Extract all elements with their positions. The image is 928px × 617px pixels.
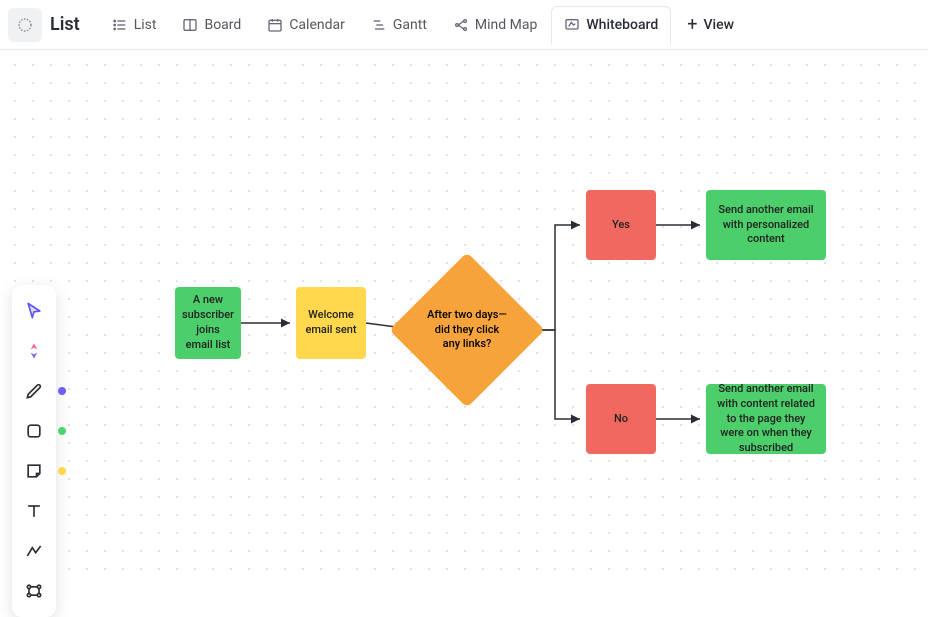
whiteboard-icon [564,17,580,33]
plus-icon: + [687,16,697,34]
flow-node-welcome[interactable]: Welcome email sent [296,287,366,359]
flow-node-no[interactable]: No [586,384,656,454]
gantt-icon [371,17,387,33]
tab-label: Whiteboard [586,17,658,33]
whiteboard-canvas[interactable]: A new subscriber joins email list Welcom… [0,50,928,584]
tab-label: List [134,17,157,33]
ai-tool[interactable] [16,333,52,369]
tab-whiteboard[interactable]: Whiteboard [551,6,671,45]
pen-tool[interactable] [16,373,52,409]
list-icon [112,17,128,33]
shape-tool[interactable] [16,413,52,449]
node-label: Yes [612,218,630,233]
node-label: Send another email with content related … [714,382,818,456]
flow-node-decision[interactable]: After two days—did they click any links? [412,275,522,385]
tab-board[interactable]: Board [170,7,253,43]
node-label: Welcome email sent [304,308,358,338]
tab-gantt[interactable]: Gantt [359,7,439,43]
node-label: Send another email with personalized con… [714,203,818,248]
select-tool[interactable] [16,293,52,329]
tab-label: Gantt [393,17,427,33]
pen-tool-color-badge [58,387,66,395]
node-label: A new subscriber joins email list [182,293,234,352]
sticky-note-tool[interactable] [16,453,52,489]
flow-node-no-action[interactable]: Send another email with content related … [706,384,826,454]
more-shapes-tool[interactable] [16,573,52,609]
sticky-tool-color-badge [58,467,66,475]
tab-label: Mind Map [475,17,537,33]
tab-mindmap[interactable]: Mind Map [441,7,549,43]
flow-node-yes-action[interactable]: Send another email with personalized con… [706,190,826,260]
page-title: List [50,14,80,35]
tab-label: Board [204,17,241,33]
flow-node-start[interactable]: A new subscriber joins email list [175,287,241,359]
list-title-icon [8,8,42,42]
connector-tool[interactable] [16,533,52,569]
mindmap-icon [453,17,469,33]
view-tabs: List Board Calendar Gantt Mind Map White… [100,6,672,44]
flow-node-yes[interactable]: Yes [586,190,656,260]
view-tabs-bar: List List Board Calendar Gantt Mind Map … [0,0,928,50]
flowchart: A new subscriber joins email list Welcom… [0,50,928,584]
text-tool[interactable] [16,493,52,529]
board-icon [182,17,198,33]
node-label: No [614,412,628,427]
tab-list[interactable]: List [100,7,169,43]
add-view-label: View [703,17,734,33]
node-label: After two days—did they click any links? [426,308,508,353]
shape-tool-color-badge [58,427,66,435]
tab-calendar[interactable]: Calendar [255,7,357,43]
tab-label: Calendar [289,17,345,33]
add-view-button[interactable]: + View [675,6,746,44]
calendar-icon [267,17,283,33]
whiteboard-toolbar [12,285,56,617]
